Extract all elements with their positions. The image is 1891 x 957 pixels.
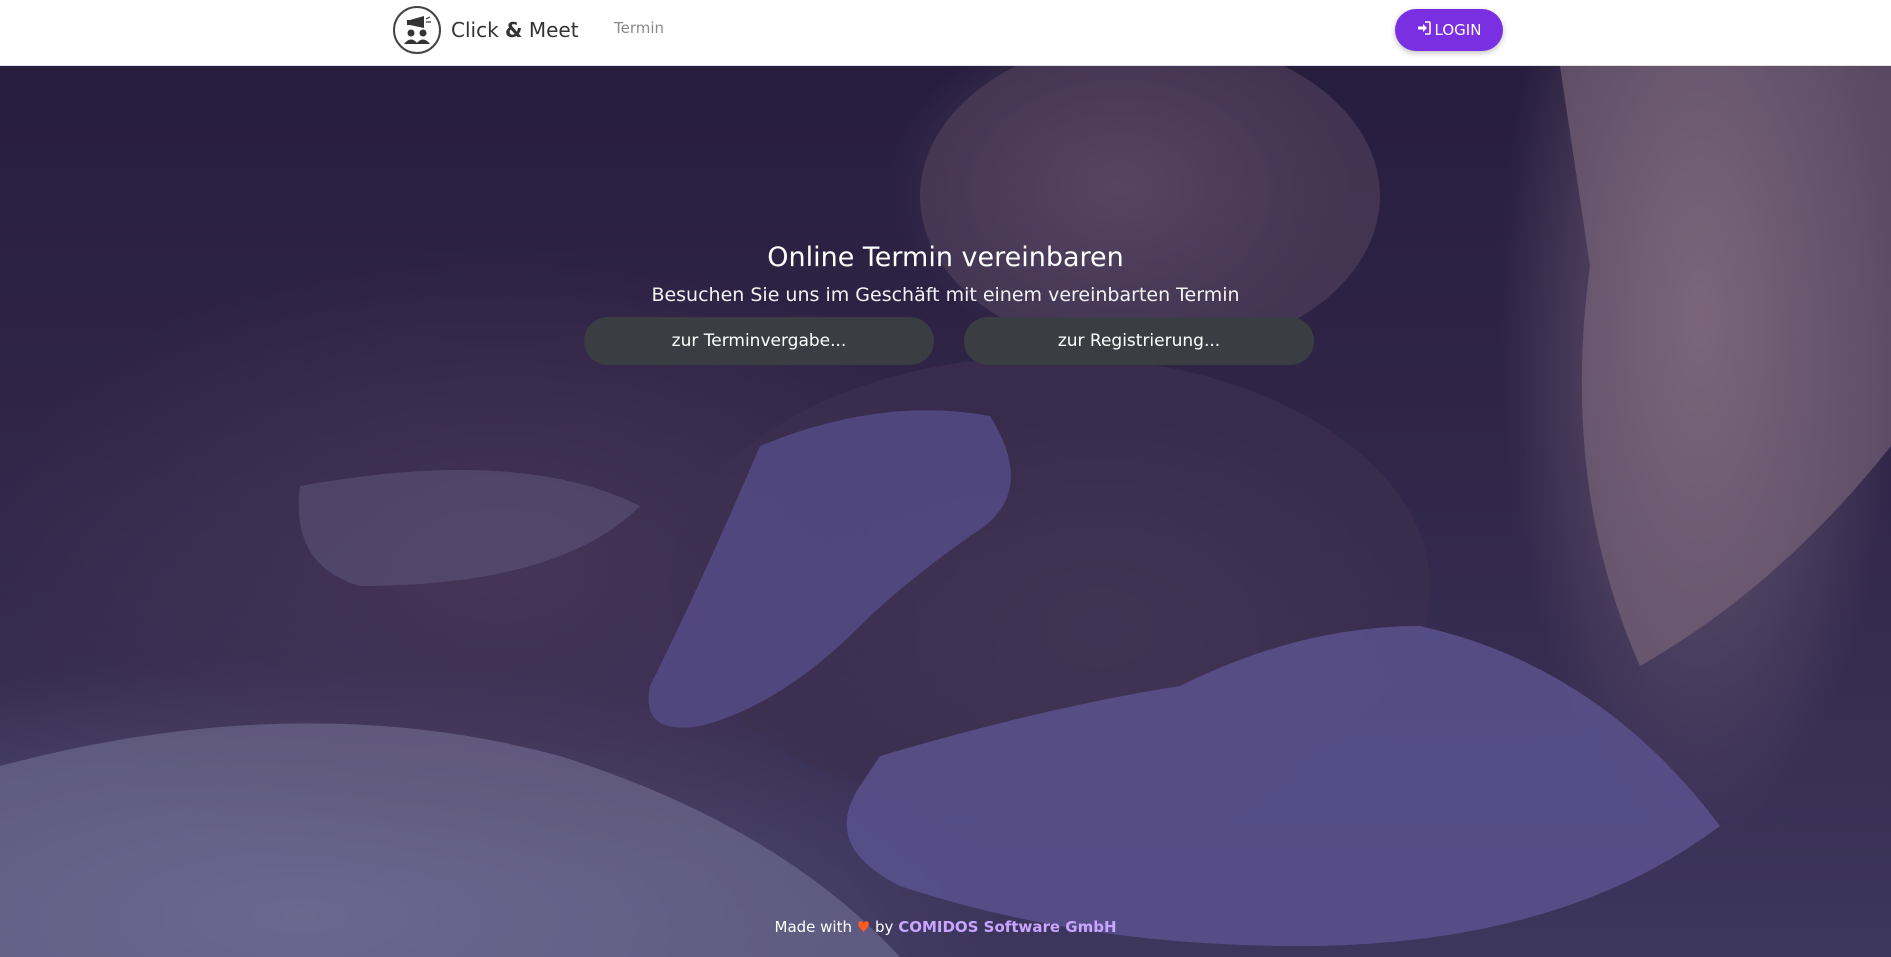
brand-logo-icon [393,6,441,54]
register-button[interactable]: zur Registrierung... [964,317,1314,365]
nav-link-termin[interactable]: Termin [614,19,664,37]
login-label: LOGIN [1434,21,1482,39]
hero-section: Online Termin vereinbaren Besuchen Sie u… [0,66,1891,957]
heart-icon: ♥ [856,918,871,936]
footer-by: by [875,918,894,936]
brand-name: Click & Meet [451,18,579,42]
brand[interactable]: Click & Meet [393,4,579,56]
appointment-button[interactable]: zur Terminvergabe... [584,317,934,365]
company-link[interactable]: COMIDOS Software GmbH [898,918,1116,936]
hero-title: Online Termin vereinbaren [767,242,1124,273]
footer-credit: Made with ♥ by COMIDOS Software GmbH [0,918,1891,936]
hero-subtitle: Besuchen Sie uns im Geschäft mit einem v… [651,284,1240,306]
top-navbar: Click & Meet Termin LOGIN [0,0,1891,66]
sign-in-icon [1417,21,1435,39]
login-button[interactable]: LOGIN [1395,9,1503,51]
footer-made-with: Made with [774,918,852,936]
